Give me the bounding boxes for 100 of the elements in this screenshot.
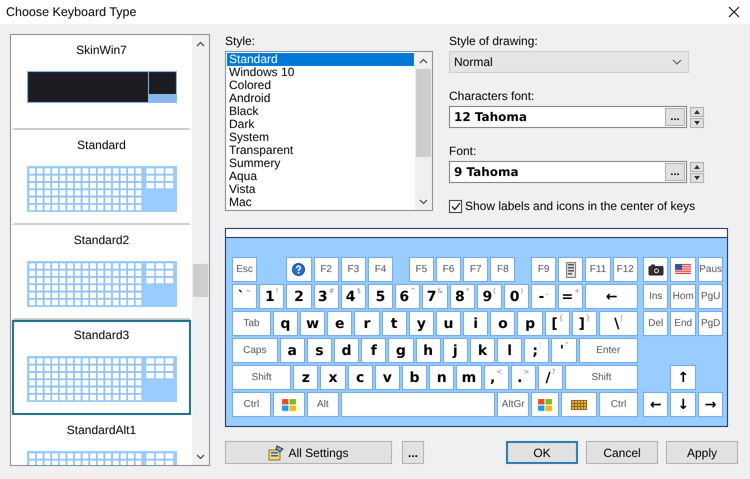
spin-down-button[interactable] (690, 118, 704, 128)
key[interactable]: q (272, 311, 298, 336)
key[interactable]: ← (585, 284, 638, 309)
more-button[interactable]: ... (402, 441, 424, 464)
style-option[interactable]: Transparent (227, 144, 414, 157)
key[interactable]: 2 (286, 284, 312, 309)
key[interactable]: h (416, 338, 441, 363)
scroll-thumb[interactable] (416, 69, 431, 157)
scrollbar[interactable] (192, 35, 209, 465)
key[interactable]: v (374, 365, 400, 390)
key[interactable]: o (490, 311, 516, 336)
skin-item[interactable]: Standard2 (12, 225, 191, 320)
key[interactable]: F5 (408, 257, 434, 282)
key[interactable] (643, 257, 668, 282)
key[interactable]: u (436, 311, 462, 336)
key[interactable] (286, 257, 312, 282)
key[interactable]: z (293, 365, 318, 390)
key[interactable]: p (517, 311, 543, 336)
key[interactable]: e (327, 311, 352, 336)
skin-item[interactable]: StandardAlt1 (12, 415, 191, 465)
key[interactable]: d (334, 338, 360, 363)
key[interactable]: w (300, 311, 326, 336)
key[interactable]: Del (643, 311, 668, 336)
key[interactable]: l (497, 338, 522, 363)
key[interactable]: Ins (643, 284, 668, 309)
spin-down-button[interactable] (690, 172, 704, 182)
key[interactable]: PgU (698, 284, 724, 309)
key[interactable]: k (470, 338, 496, 363)
scroll-down-icon[interactable] (419, 198, 428, 204)
key[interactable]: Tab (232, 311, 271, 336)
key[interactable]: F3 (340, 257, 366, 282)
key[interactable]: F6 (436, 257, 462, 282)
scroll-up-icon[interactable] (196, 40, 205, 46)
style-option[interactable]: Windows 10 (227, 66, 414, 79)
key[interactable]: F12 (612, 257, 638, 282)
all-settings-button[interactable]: All Settings (225, 441, 392, 464)
key[interactable]: c (348, 365, 373, 390)
key[interactable]: r (354, 311, 380, 336)
key[interactable]: a (280, 338, 305, 363)
scroll-up-icon[interactable] (419, 58, 428, 64)
dialog-button[interactable]: Cancel (586, 441, 658, 464)
key[interactable]: End (670, 311, 696, 336)
skin-item[interactable]: SkinWin7 (12, 35, 191, 130)
scroll-down-icon[interactable] (196, 454, 205, 460)
key[interactable]: AltGr (497, 392, 530, 417)
style-option[interactable]: Aqua (227, 170, 414, 183)
key[interactable]: F4 (368, 257, 394, 282)
style-option[interactable]: Summery (227, 157, 414, 170)
key[interactable]: Enter (578, 338, 638, 363)
key[interactable]: y (408, 311, 434, 336)
style-option[interactable]: Vista (227, 183, 414, 196)
key[interactable]: i (463, 311, 488, 336)
key[interactable]: F11 (585, 257, 611, 282)
style-option[interactable]: Mac (227, 196, 414, 209)
key[interactable]: F2 (314, 257, 339, 282)
style-option[interactable]: Colored (227, 79, 414, 92)
key[interactable]: F9 (531, 257, 556, 282)
key[interactable]: Hom (670, 284, 696, 309)
key[interactable]: g (388, 338, 414, 363)
key[interactable]: Paus (698, 257, 724, 282)
key[interactable]: f (361, 338, 386, 363)
style-of-drawing-dropdown[interactable]: Normal (449, 51, 689, 73)
style-option[interactable]: System (227, 131, 414, 144)
font-field[interactable]: 12 Tahoma ... (449, 106, 687, 128)
space-key[interactable] (340, 392, 496, 417)
key[interactable] (670, 257, 696, 282)
checkbox[interactable] (449, 200, 462, 212)
key[interactable]: ← (643, 392, 668, 417)
browse-button[interactable]: ... (665, 163, 685, 181)
key[interactable]: ↑ (670, 365, 696, 390)
key[interactable]: x (320, 365, 346, 390)
key[interactable]: Caps (232, 338, 278, 363)
key[interactable]: ↓ (670, 392, 696, 417)
ok-button[interactable]: OK (506, 441, 578, 464)
browse-button[interactable]: ... (665, 108, 685, 126)
key[interactable]: t (382, 311, 407, 336)
scrollbar[interactable] (415, 52, 432, 210)
key[interactable]: Ctrl (599, 392, 638, 417)
scroll-thumb[interactable] (193, 264, 208, 297)
key[interactable]: b (402, 365, 428, 390)
key[interactable]: j (442, 338, 468, 363)
style-listbox[interactable]: Standard Windows 10 Colored Android Black Dark System Transparent Summery Aqua Vista Mac (225, 51, 433, 211)
key[interactable]: Shift (232, 365, 292, 390)
key[interactable] (558, 257, 584, 282)
style-option[interactable]: Standard (227, 53, 414, 66)
key[interactable]: m (456, 365, 482, 390)
spin-up-button[interactable] (690, 162, 704, 172)
key[interactable]: 5 (368, 284, 394, 309)
key[interactable]: F8 (490, 257, 516, 282)
key[interactable]: Esc (232, 257, 258, 282)
key[interactable]: Alt (306, 392, 339, 417)
dialog-button[interactable]: Apply (666, 441, 738, 464)
key[interactable]: → (698, 392, 724, 417)
key[interactable]: Shift (565, 365, 638, 390)
font-field[interactable]: 9 Tahoma ... (449, 161, 687, 183)
key[interactable]: F7 (463, 257, 488, 282)
key[interactable]: s (306, 338, 332, 363)
key[interactable]: Ctrl (232, 392, 271, 417)
key[interactable]: PgD (698, 311, 724, 336)
spin-up-button[interactable] (690, 106, 704, 116)
